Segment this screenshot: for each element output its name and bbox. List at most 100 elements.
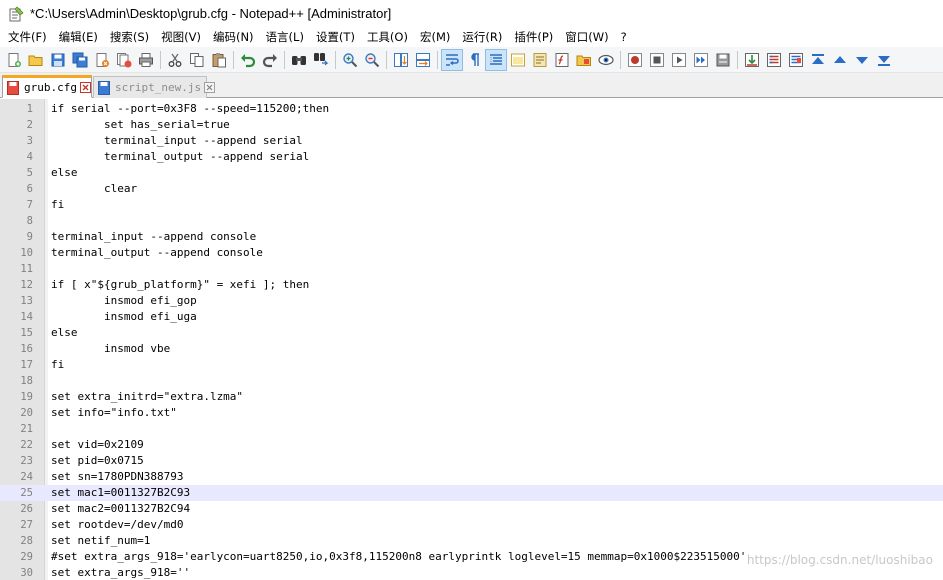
editor-line[interactable]: 20 set info="info.txt"	[0, 405, 943, 421]
editor-line[interactable]: 1 if serial --port=0x3F8 --speed=115200;t…	[0, 101, 943, 117]
close-all-icon[interactable]	[113, 49, 135, 71]
editor-line[interactable]: 7 fi	[0, 197, 943, 213]
menu-item-3[interactable]: 视图(V)	[155, 27, 207, 47]
line-text[interactable]: set mac1=0011327B2C93	[51, 485, 190, 501]
play-macro-icon[interactable]	[668, 49, 690, 71]
menu-item-1[interactable]: 编辑(E)	[53, 27, 104, 47]
undo-icon[interactable]	[237, 49, 259, 71]
tab-grub-cfg[interactable]: grub.cfg	[2, 75, 92, 98]
record-macro-icon[interactable]	[624, 49, 646, 71]
editor-line[interactable]: 2 set has_serial=true	[0, 117, 943, 133]
menu-item-9[interactable]: 运行(R)	[456, 27, 508, 47]
editor-line[interactable]: 10 terminal_output --append console	[0, 245, 943, 261]
editor-line[interactable]: 27 set rootdev=/dev/md0	[0, 517, 943, 533]
editor-line[interactable]: 6 clear	[0, 181, 943, 197]
line-text[interactable]: insmod efi_gop	[51, 293, 197, 309]
editor-line[interactable]: 19 set extra_initrd="extra.lzma"	[0, 389, 943, 405]
editor-line[interactable]: 12 if [ x"${grub_platform}" = xefi ]; the…	[0, 277, 943, 293]
compare-prev-icon[interactable]	[829, 49, 851, 71]
editor-line[interactable]: 13 insmod efi_gop	[0, 293, 943, 309]
editor-line[interactable]: 4 terminal_output --append serial	[0, 149, 943, 165]
show-all-chars-icon[interactable]	[463, 49, 485, 71]
line-text[interactable]: terminal_output --append serial	[51, 149, 309, 165]
line-text[interactable]: fi	[51, 357, 64, 373]
editor-line[interactable]: 26 set mac2=0011327B2C94	[0, 501, 943, 517]
line-text[interactable]: fi	[51, 197, 64, 213]
menu-item-11[interactable]: 窗口(W)	[559, 27, 614, 47]
line-text[interactable]: if serial --port=0x3F8 --speed=115200;th…	[51, 101, 329, 117]
line-text[interactable]: set extra_initrd="extra.lzma"	[51, 389, 243, 405]
zoom-out-icon[interactable]	[361, 49, 383, 71]
function-list-icon[interactable]	[551, 49, 573, 71]
line-text[interactable]: set vid=0x2109	[51, 437, 144, 453]
line-text[interactable]: clear	[51, 181, 137, 197]
paste-icon[interactable]	[208, 49, 230, 71]
menu-item-5[interactable]: 语言(L)	[260, 27, 310, 47]
line-text[interactable]: set rootdev=/dev/md0	[51, 517, 183, 533]
menu-item-4[interactable]: 编码(N)	[207, 27, 260, 47]
line-text[interactable]: terminal_input --append serial	[51, 133, 303, 149]
folder-as-workspace-icon[interactable]	[573, 49, 595, 71]
line-text[interactable]: set mac2=0011327B2C94	[51, 501, 190, 517]
sync-horizontal-icon[interactable]	[412, 49, 434, 71]
editor-line[interactable]: 15 else	[0, 325, 943, 341]
editor-line[interactable]: 9 terminal_input --append console	[0, 229, 943, 245]
line-text[interactable]: #set extra_args_918='earlycon=uart8250,i…	[51, 549, 746, 565]
editor-line[interactable]: 8	[0, 213, 943, 229]
run-macro-multiple-icon[interactable]	[690, 49, 712, 71]
editor-line[interactable]: 17 fi	[0, 357, 943, 373]
indent-guide-icon[interactable]	[485, 48, 507, 71]
editor-area[interactable]: 1 if serial --port=0x3F8 --speed=115200;t…	[0, 99, 943, 580]
editor-line[interactable]: 25 set mac1=0011327B2C93	[0, 485, 943, 501]
tab-close-icon[interactable]	[204, 82, 216, 93]
editor-line[interactable]: 22 set vid=0x2109	[0, 437, 943, 453]
word-wrap-icon[interactable]	[441, 48, 463, 71]
menu-item-6[interactable]: 设置(T)	[310, 27, 361, 47]
menu-item-8[interactable]: 宏(M)	[414, 27, 456, 47]
editor-line[interactable]: 18	[0, 373, 943, 389]
compare-lines-icon[interactable]	[763, 49, 785, 71]
sync-vertical-icon[interactable]	[390, 49, 412, 71]
zoom-in-icon[interactable]	[339, 49, 361, 71]
tab-close-icon[interactable]	[79, 82, 91, 93]
editor-line[interactable]: 21	[0, 421, 943, 437]
line-text[interactable]: else	[51, 165, 78, 181]
line-text[interactable]: insmod efi_uga	[51, 309, 197, 325]
editor-line[interactable]: 16 insmod vbe	[0, 341, 943, 357]
menu-item-7[interactable]: 工具(O)	[361, 27, 414, 47]
stop-macro-icon[interactable]	[646, 49, 668, 71]
line-text[interactable]: insmod vbe	[51, 341, 170, 357]
line-text[interactable]: if [ x"${grub_platform}" = xefi ]; then	[51, 277, 309, 293]
editor-line[interactable]: 30 set extra_args_918=''	[0, 565, 943, 580]
define-language-icon[interactable]	[507, 49, 529, 71]
line-text[interactable]: set pid=0x0715	[51, 453, 144, 469]
compare-first-icon[interactable]	[807, 49, 829, 71]
line-text[interactable]: else	[51, 325, 78, 341]
tab-script-new-js[interactable]: script_new.js	[93, 76, 216, 98]
line-text[interactable]: set info="info.txt"	[51, 405, 177, 421]
editor-line[interactable]: 5 else	[0, 165, 943, 181]
redo-icon[interactable]	[259, 49, 281, 71]
editor-line[interactable]: 11	[0, 261, 943, 277]
menu-item-10[interactable]: 插件(P)	[508, 27, 559, 47]
save-macro-icon[interactable]	[712, 49, 734, 71]
editor-line[interactable]: 3 terminal_input --append serial	[0, 133, 943, 149]
compare-icon[interactable]	[741, 49, 763, 71]
save-icon[interactable]	[47, 49, 69, 71]
find-icon[interactable]	[288, 49, 310, 71]
menu-item-12[interactable]: ?	[615, 27, 633, 47]
line-text[interactable]: set netif_num=1	[51, 533, 150, 549]
monitoring-icon[interactable]	[595, 49, 617, 71]
line-text[interactable]: terminal_output --append console	[51, 245, 263, 261]
menu-item-0[interactable]: 文件(F)	[2, 27, 53, 47]
save-all-icon[interactable]	[69, 49, 91, 71]
copy-icon[interactable]	[186, 49, 208, 71]
compare-clear-icon[interactable]	[785, 49, 807, 71]
editor-line[interactable]: 24 set sn=1780PDN388793	[0, 469, 943, 485]
print-icon[interactable]	[135, 49, 157, 71]
close-icon[interactable]	[91, 49, 113, 71]
menu-item-2[interactable]: 搜索(S)	[104, 27, 155, 47]
line-text[interactable]: set sn=1780PDN388793	[51, 469, 183, 485]
open-file-icon[interactable]	[25, 49, 47, 71]
document-map-icon[interactable]	[529, 49, 551, 71]
